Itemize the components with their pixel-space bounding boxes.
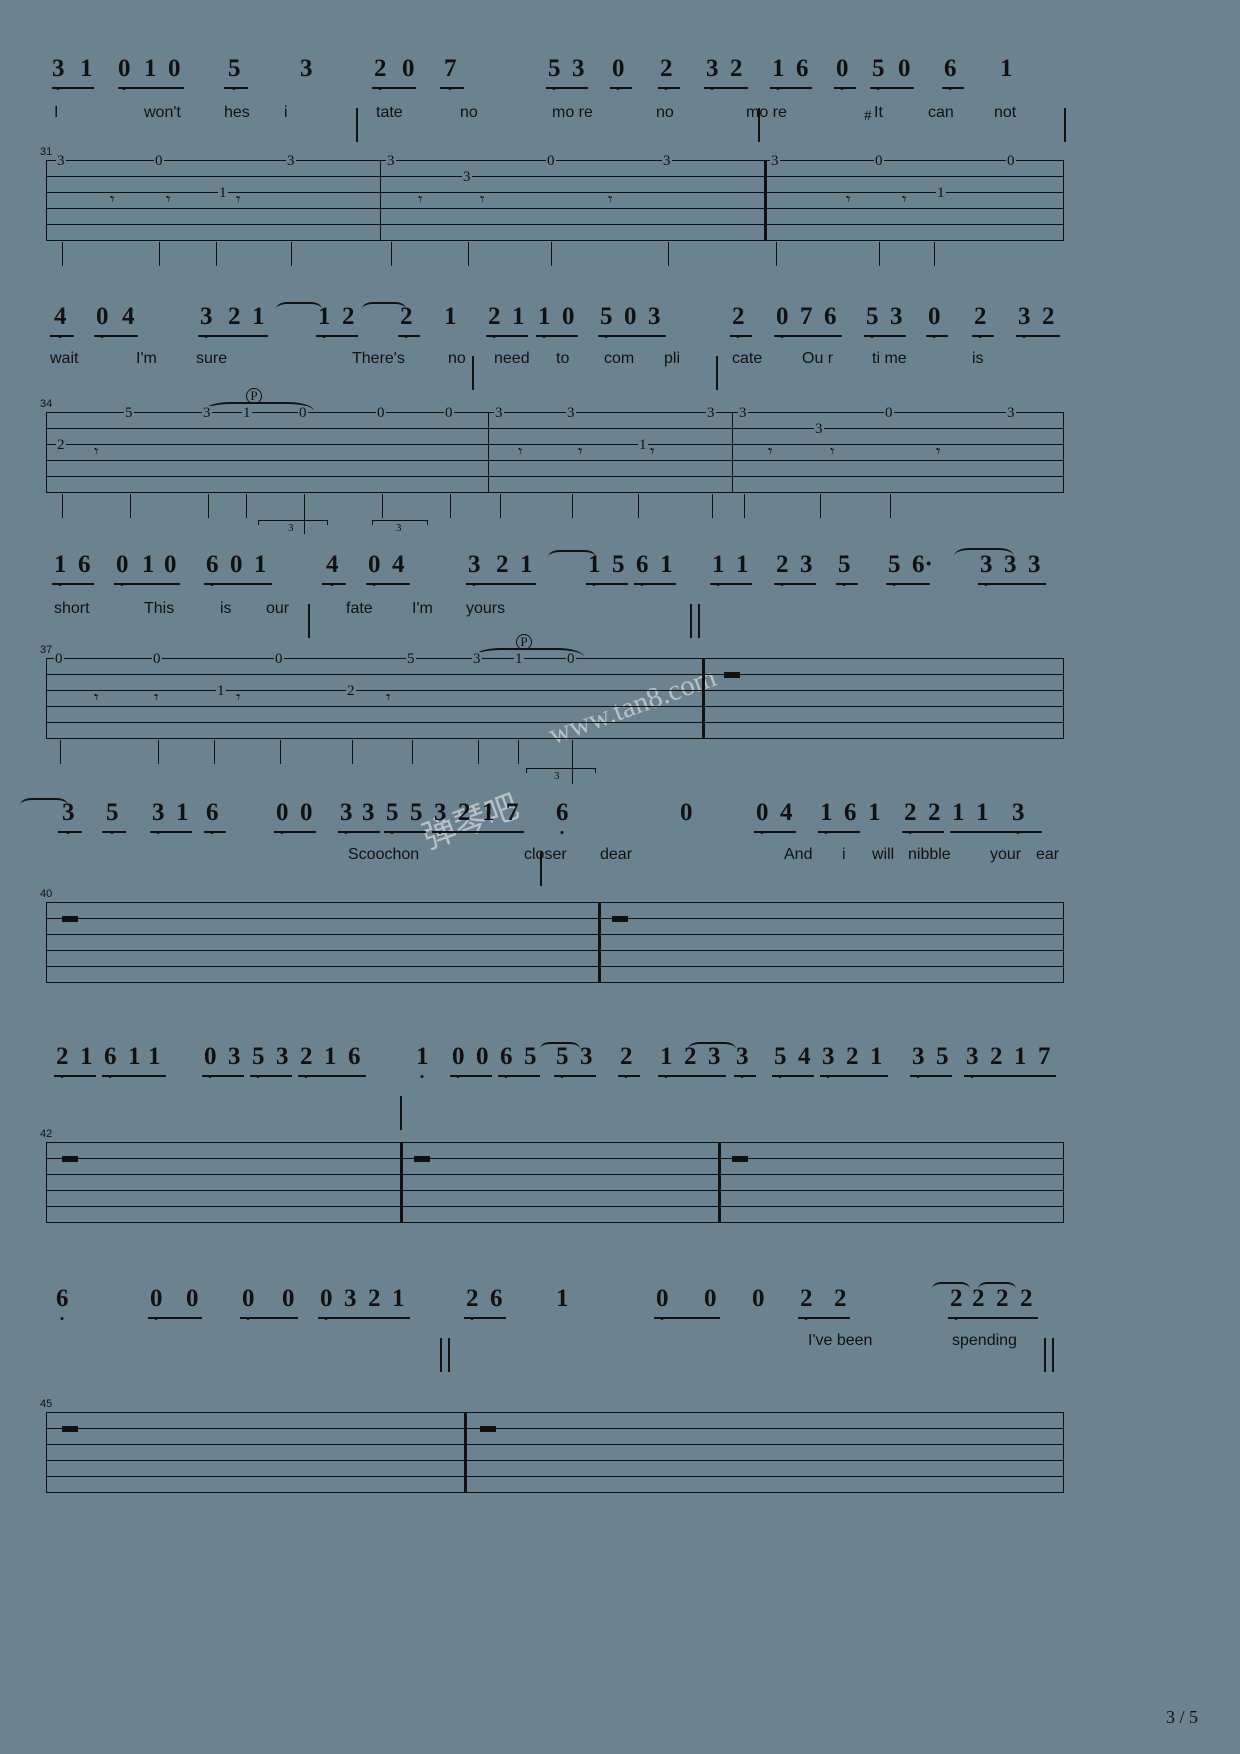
lyrics-line-4: Scoochon closer dear And i will nibble y… [348,846,1060,863]
measure-number: 34 [40,398,53,410]
lyrics-line-1: I won't hes i tate no mo re no mo re It … [54,104,1017,121]
lyrics-line-2: wait I'm sure There's no need to com pli… [50,350,984,367]
tab-staff-4: 40 [40,888,1064,1002]
tab-staff-6: 45 [40,1398,1064,1512]
numeric-line-6: 6 0 0 0 0 0 3 2 1 2 6 1 0 0 0 2 2 2 2 2 … [0,1282,1240,1372]
lyrics-line-6: I've been spending [808,1332,1017,1349]
page-number: 3 / 5 [1165,1707,1198,1727]
tab-staff-2: 34 P 2 5 3 1 0 3 3 0 0 3 3 1 3 3 3 0 3 𝄾… [40,388,1064,534]
measure-number: 31 [40,146,53,158]
tab-staff-1: 31 3 0 1 3 3 3 0 3 3 0 1 0 𝄾 𝄾 𝄾 𝄾 𝄾 𝄾 𝄾… [40,146,1064,272]
lyrics-line-3: short This is our fate I'm yours [54,600,506,617]
measure-number: 37 [40,644,53,656]
measure-number: 42 [40,1128,53,1140]
sheet-music-page: 弹琴吧 www.tan8.com 3 1 0 1 0 5 3 2 0 7 5 3… [0,0,1240,1754]
tab-staff-5: 42 [40,1128,1064,1242]
numeric-line-4: 3 5 3 1 6 0 0 3 3 5 5 3 2 1 7 6 0 0 4 1 … [0,798,1240,886]
numeric-line-2: 4 0 4 3 2 1 1 2 2 1 2 1 1 0 5 0 3 2 0 7 … [0,302,1240,390]
measure-number: 40 [40,888,53,900]
numeric-line-3: 1 6 0 1 0 6 0 1 4 0 4 3 2 1 1 5 6 1 1 1 … [0,548,1240,638]
numeric-line-5: 2 1 6 1 1 0 3 5 3 2 1 6 1 0 0 6 5 5 3 2 … [0,1042,1240,1130]
tab-staff-3: 37 P 0 0 1 0 2 5 3 1 0 3 𝄾 𝄾 𝄾 𝄾 [40,634,1064,784]
numeric-line-1: 3 1 0 1 0 5 3 2 0 7 5 3 0 2 3 2 1 6 0 # … [0,56,1240,142]
measure-number: 45 [40,1398,53,1410]
